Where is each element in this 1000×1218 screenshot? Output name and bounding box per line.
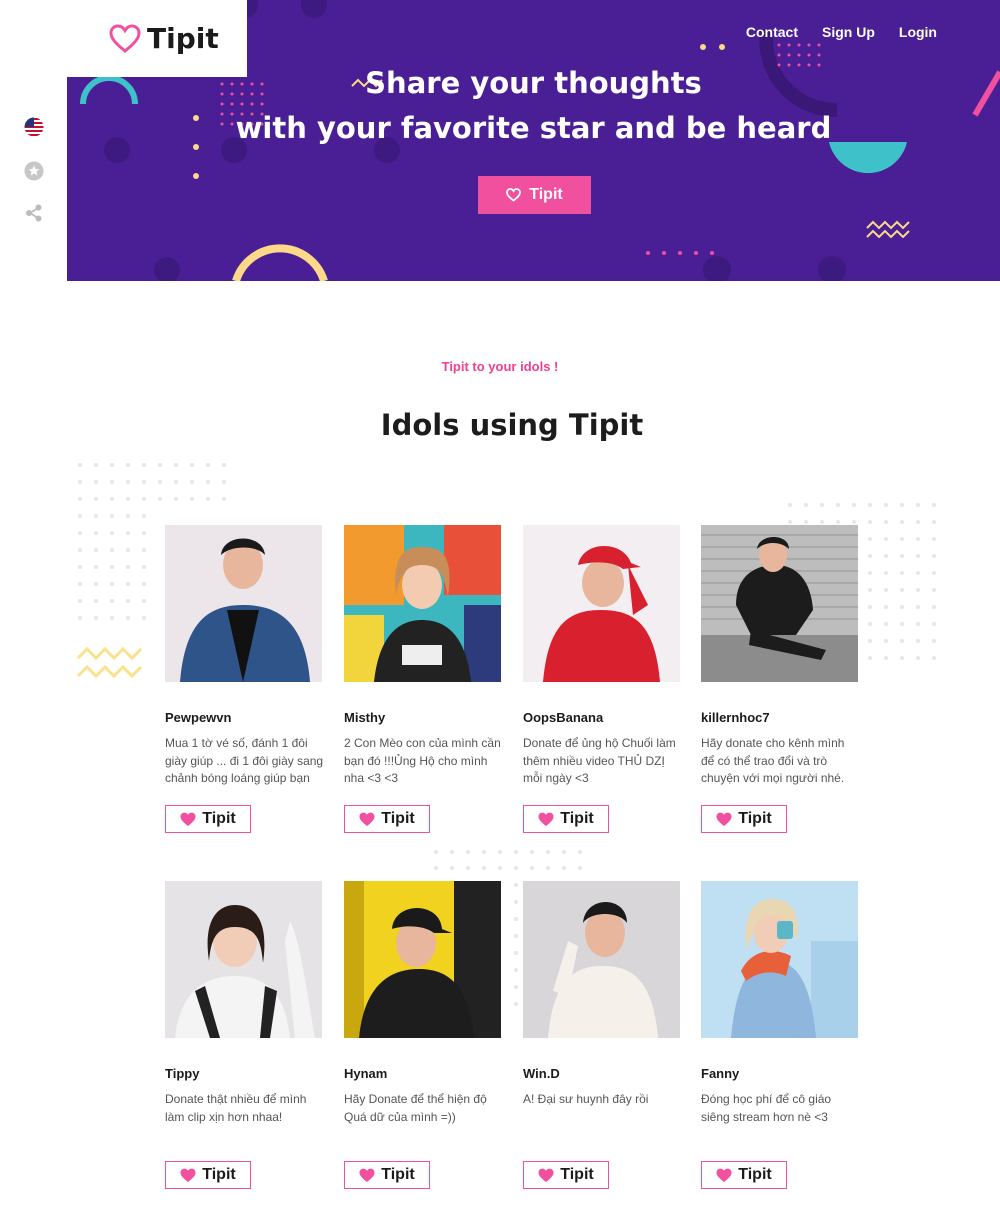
heart-outline-icon [506, 188, 522, 202]
heart-icon [716, 812, 732, 826]
section-tagline: Tipit to your idols ! [441, 359, 559, 374]
heart-icon [180, 1168, 196, 1182]
idol-description: Đóng học phí để cô giáo siêng stream hơn… [701, 1092, 832, 1124]
idol-name: Misthy [344, 710, 386, 725]
idol-tipit-button[interactable]: Tipit [344, 805, 430, 833]
idol-tipit-label: Tipit [738, 1166, 772, 1183]
idol-card: Tippy Donate thật nhiều để mình làm clip… [165, 881, 325, 1189]
heart-icon [359, 1168, 375, 1182]
top-nav: Contact Sign Up Login [746, 24, 937, 40]
idol-tipit-label: Tipit [560, 810, 594, 827]
nav-signup-link[interactable]: Sign Up [822, 24, 875, 40]
heart-icon [538, 1168, 554, 1182]
idol-tipit-label: Tipit [381, 1166, 415, 1183]
idol-photo[interactable] [701, 881, 858, 1038]
idol-card: Win.D A! Đại sư huynh đây rồi Tipit [523, 881, 683, 1189]
idol-tipit-label: Tipit [381, 810, 415, 827]
idol-card: Pewpewvn Mua 1 tờ vé số, đánh 1 đôi giày… [165, 525, 325, 833]
idol-photo[interactable] [523, 881, 680, 1038]
idol-photo[interactable] [344, 525, 501, 682]
idol-description: Donate để ủng hộ Chuối làm thêm nhiều vi… [523, 736, 676, 785]
idol-tipit-button[interactable]: Tipit [165, 1161, 251, 1189]
idol-photo[interactable] [701, 525, 858, 682]
idol-tipit-button[interactable]: Tipit [523, 805, 609, 833]
nav-contact-link[interactable]: Contact [746, 24, 798, 40]
hero-banner: Tipit Contact Sign Up Login Share your t… [67, 0, 1000, 281]
idol-card: Hynam Hãy Donate để thể hiện độ Quá dữ c… [344, 881, 504, 1189]
idol-tipit-label: Tipit [202, 810, 236, 827]
idol-tipit-label: Tipit [202, 1166, 236, 1183]
idol-tipit-button[interactable]: Tipit [344, 1161, 430, 1189]
idol-description: A! Đại sư huynh đây rồi [523, 1092, 649, 1106]
idol-photo[interactable] [165, 525, 322, 682]
idol-photo[interactable] [165, 881, 322, 1038]
share-icon[interactable] [23, 202, 45, 224]
idol-tipit-label: Tipit [560, 1166, 594, 1183]
idol-name: Pewpewvn [165, 710, 232, 725]
heart-logo-icon [109, 23, 141, 53]
idol-description: 2 Con Mèo con của mình cần bạn đó !!!Ủng… [344, 736, 501, 785]
idol-card: Fanny Đóng học phí để cô giáo siêng stre… [701, 881, 861, 1189]
idol-tipit-button[interactable]: Tipit [523, 1161, 609, 1189]
idol-description: Donate thật nhiều để mình làm clip xịn h… [165, 1092, 307, 1124]
heart-icon [180, 812, 196, 826]
hero-headline-line2: with your favorite star and be heard [235, 111, 832, 145]
idol-tipit-button[interactable]: Tipit [701, 1161, 787, 1189]
idol-description: Hãy donate cho kênh mình để có thể trao … [701, 736, 845, 785]
idol-name: killernhoc7 [701, 710, 770, 725]
heart-icon [716, 1168, 732, 1182]
star-icon[interactable] [23, 160, 45, 182]
heart-icon [359, 812, 375, 826]
us-flag-icon[interactable] [23, 116, 45, 138]
idol-name: Win.D [523, 1066, 560, 1081]
idol-tipit-label: Tipit [738, 810, 772, 827]
idol-name: Hynam [344, 1066, 388, 1081]
nav-login-link[interactable]: Login [899, 24, 937, 40]
idol-photo[interactable] [344, 881, 501, 1038]
idol-name: Tippy [165, 1066, 200, 1081]
idol-card: Misthy 2 Con Mèo con của mình cần bạn đó… [344, 525, 504, 833]
idol-description: Hãy Donate để thể hiện độ Quá dữ của mìn… [344, 1092, 487, 1124]
logo[interactable]: Tipit [67, 0, 247, 77]
hero-tipit-label: Tipit [529, 186, 563, 203]
logo-text: Tipit [147, 22, 219, 55]
idol-name: OopsBanana [523, 710, 604, 725]
idol-photo[interactable] [523, 525, 680, 682]
idol-card: OopsBanana Donate để ủng hộ Chuối làm th… [523, 525, 683, 833]
idol-card: killernhoc7 Hãy donate cho kênh mình để … [701, 525, 861, 833]
heart-icon [538, 812, 554, 826]
idol-description: Mua 1 tờ vé số, đánh 1 đôi giày giúp ...… [165, 736, 324, 785]
idol-tipit-button[interactable]: Tipit [165, 805, 251, 833]
section-title: Idols using Tipit [380, 408, 644, 442]
idol-tipit-button[interactable]: Tipit [701, 805, 787, 833]
hero-tipit-button[interactable]: Tipit [478, 176, 591, 214]
idol-name: Fanny [701, 1066, 740, 1081]
